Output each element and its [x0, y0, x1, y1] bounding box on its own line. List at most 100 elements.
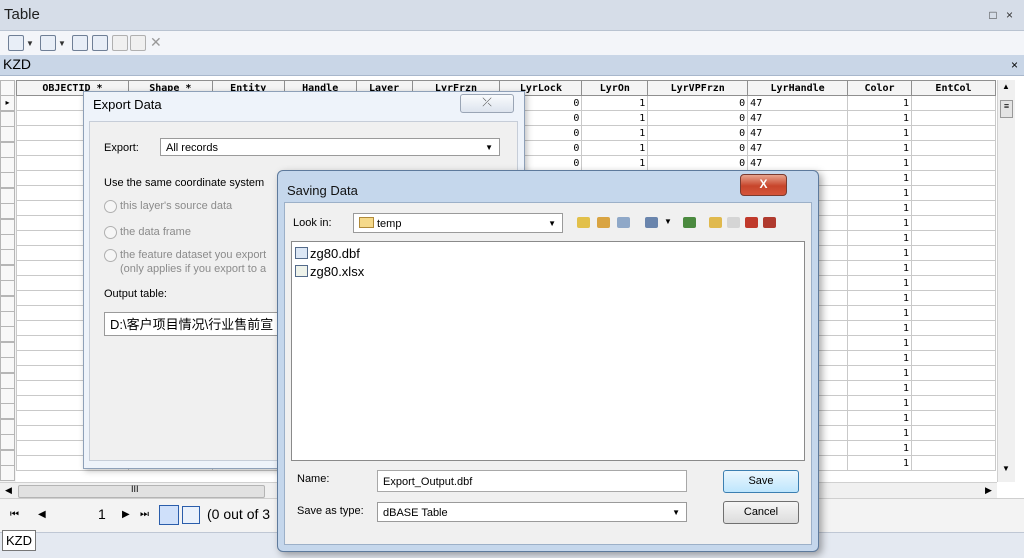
- close-icon[interactable]: ×: [1011, 58, 1018, 72]
- dropdown-arrow-icon[interactable]: ▼: [26, 39, 34, 48]
- show-selected-records-icon[interactable]: [182, 506, 200, 524]
- row-selector[interactable]: [0, 126, 15, 143]
- row-selector[interactable]: [0, 295, 15, 312]
- switch-selection-icon[interactable]: [92, 35, 108, 51]
- select-by-attributes-icon[interactable]: [72, 35, 88, 51]
- table-cell: 0: [647, 110, 749, 126]
- row-selector[interactable]: [0, 357, 15, 374]
- table-cell: [910, 425, 996, 441]
- close-button[interactable]: ⤫: [460, 94, 514, 113]
- table-cell: 1: [847, 125, 912, 141]
- row-selector[interactable]: [0, 403, 15, 420]
- row-selector[interactable]: [0, 449, 15, 466]
- scroll-thumb[interactable]: ≡: [1000, 100, 1013, 118]
- chevron-down-icon: ▼: [672, 508, 680, 517]
- related-tables-icon[interactable]: [40, 35, 56, 51]
- column-header[interactable]: Color: [847, 80, 912, 96]
- clear-selection-icon[interactable]: [112, 35, 128, 51]
- file-item[interactable]: zg80.dbf: [295, 246, 360, 261]
- look-in-select[interactable]: temp ▼: [353, 213, 563, 233]
- save-as-type-select[interactable]: dBASE Table ▼: [377, 502, 687, 522]
- row-selector[interactable]: [0, 172, 15, 189]
- last-record-icon[interactable]: ⏭: [140, 509, 149, 520]
- save-button[interactable]: Save: [723, 470, 799, 493]
- export-select[interactable]: All records ▼: [160, 138, 500, 156]
- home-folder-icon[interactable]: [597, 217, 610, 228]
- table-cell: [910, 290, 996, 306]
- row-selector[interactable]: [0, 326, 15, 343]
- folder-options-icon[interactable]: [709, 217, 722, 228]
- column-header[interactable]: EntCol: [910, 80, 996, 96]
- table-cell: [910, 215, 996, 231]
- current-record-field[interactable]: 1: [98, 506, 106, 522]
- window-title: Table: [4, 6, 40, 23]
- layer-tab-bar: KZD ×: [0, 55, 1024, 76]
- table-cell: 1: [847, 215, 912, 231]
- up-folder-icon[interactable]: [577, 217, 590, 228]
- row-selector[interactable]: [0, 218, 15, 235]
- new-table-icon[interactable]: [727, 217, 740, 228]
- table-options-icon[interactable]: [8, 35, 24, 51]
- vertical-scrollbar[interactable]: ▲ ≡ ▼: [997, 80, 1015, 482]
- dropdown-arrow-icon[interactable]: ▼: [58, 39, 66, 48]
- cancel-button[interactable]: Cancel: [723, 501, 799, 524]
- row-selector[interactable]: [0, 203, 15, 220]
- connect-folder-icon[interactable]: [617, 217, 630, 228]
- view-menu-icon[interactable]: [645, 217, 658, 228]
- row-selector[interactable]: [0, 280, 15, 297]
- row-selector[interactable]: [0, 80, 15, 96]
- copy-selected-icon[interactable]: [130, 35, 146, 51]
- file-name-input[interactable]: Export_Output.dbf: [377, 470, 687, 492]
- row-selector[interactable]: [0, 264, 15, 281]
- scroll-right-icon[interactable]: ▶: [985, 485, 992, 496]
- table-cell: 47: [747, 110, 849, 126]
- row-selector[interactable]: [0, 434, 15, 451]
- table-tab-kzd[interactable]: KZD: [2, 530, 36, 551]
- save-as-type-value: dBASE Table: [383, 507, 448, 519]
- row-selector[interactable]: [0, 234, 15, 250]
- row-selector[interactable]: [0, 372, 15, 389]
- row-selector[interactable]: [0, 465, 15, 481]
- output-table-label: Output table:: [104, 288, 167, 300]
- first-record-icon[interactable]: ⏮: [10, 509, 19, 520]
- table-cell: 1: [847, 365, 912, 381]
- scroll-up-icon[interactable]: ▲: [1002, 82, 1010, 91]
- file-item[interactable]: zg80.xlsx: [295, 264, 364, 279]
- next-record-icon[interactable]: ▶: [122, 509, 130, 520]
- new-folder-icon[interactable]: [683, 217, 696, 228]
- current-row-indicator[interactable]: ▸: [0, 95, 15, 112]
- row-selector[interactable]: [0, 388, 15, 404]
- close-button[interactable]: X: [740, 174, 787, 196]
- table-cell: [910, 365, 996, 381]
- scroll-left-icon[interactable]: ◀: [5, 485, 12, 496]
- scroll-thumb[interactable]: III: [18, 484, 265, 498]
- scroll-down-icon[interactable]: ▼: [1002, 464, 1010, 473]
- table-cell: [910, 170, 996, 186]
- row-selector[interactable]: [0, 141, 15, 158]
- row-selector[interactable]: [0, 418, 15, 435]
- row-selector[interactable]: [0, 187, 15, 204]
- geodatabase-icon[interactable]: [745, 217, 758, 228]
- column-header[interactable]: LyrVPFrzn: [647, 80, 749, 96]
- radio-layer-source[interactable]: [104, 200, 117, 213]
- window-controls[interactable]: □ ×: [989, 8, 1016, 22]
- column-header[interactable]: LyrHandle: [747, 80, 849, 96]
- column-header[interactable]: LyrOn: [581, 80, 649, 96]
- chevron-down-icon: ▼: [485, 143, 493, 152]
- table-cell: 1: [847, 350, 912, 366]
- row-selector[interactable]: [0, 110, 15, 127]
- table-cell: 1: [847, 335, 912, 351]
- previous-record-icon[interactable]: ◀: [38, 509, 46, 520]
- row-selector[interactable]: [0, 157, 15, 173]
- radio-data-frame[interactable]: [104, 226, 117, 239]
- table-cell: [910, 140, 996, 156]
- radio-feature-dataset[interactable]: [104, 249, 117, 262]
- row-selector[interactable]: [0, 311, 15, 327]
- delete-selected-icon[interactable]: ✕: [150, 34, 162, 51]
- table-cell: [910, 440, 996, 456]
- row-selector[interactable]: [0, 249, 15, 266]
- row-selector[interactable]: [0, 341, 15, 358]
- chevron-down-icon[interactable]: ▼: [664, 217, 672, 226]
- show-all-records-icon[interactable]: [159, 505, 179, 525]
- catalog-icon[interactable]: [763, 217, 776, 228]
